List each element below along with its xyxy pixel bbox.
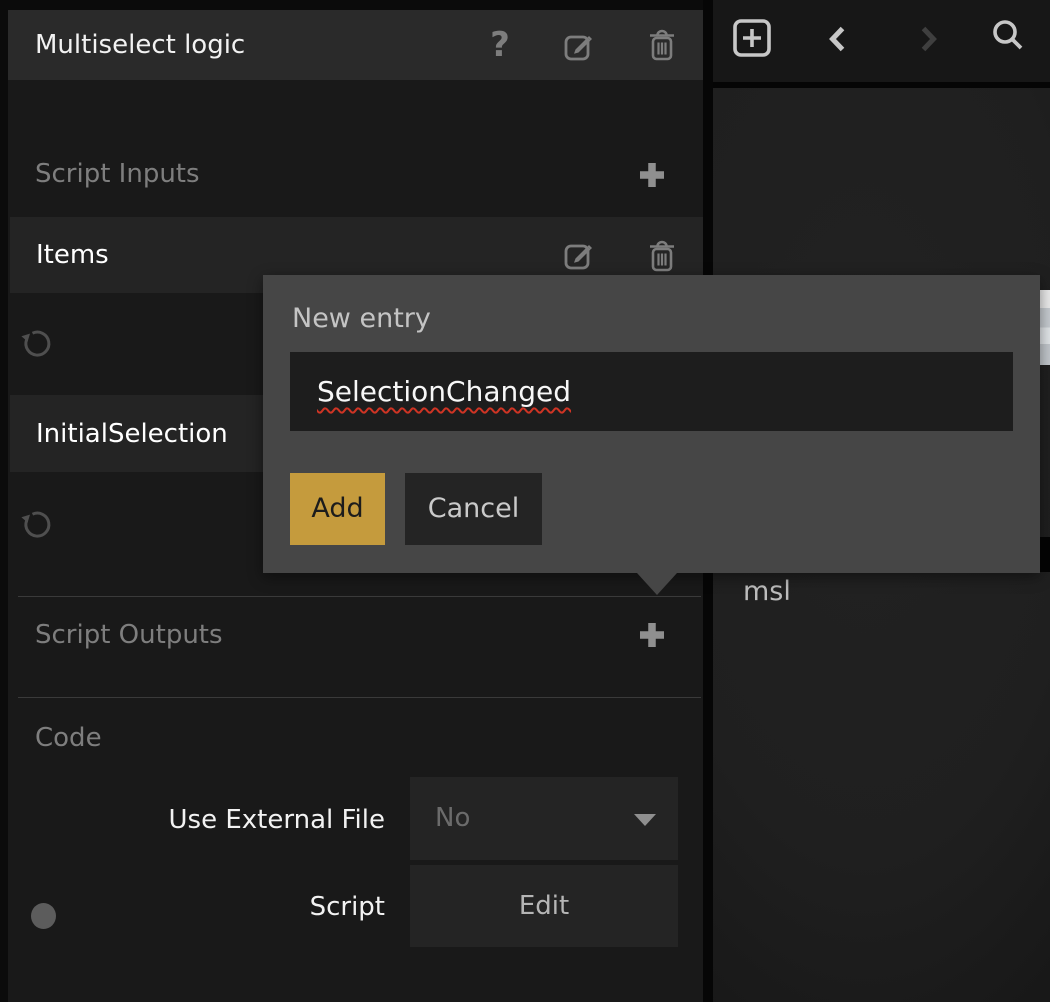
app-window: Multiselect logic ? Script Inputs <box>0 0 1050 1002</box>
script-edit-button[interactable]: Edit <box>410 865 678 947</box>
port-dot <box>31 903 56 929</box>
add-script-output-button[interactable] <box>638 621 666 649</box>
node-fragment <box>1040 537 1050 572</box>
help-icon[interactable]: ? <box>485 23 515 67</box>
add-script-input-button[interactable] <box>638 161 666 189</box>
chevron-right-icon[interactable] <box>914 25 942 53</box>
add-square-icon[interactable] <box>732 18 772 58</box>
section-divider <box>18 596 701 597</box>
section-script-inputs: Script Inputs <box>35 156 200 192</box>
edit-icon[interactable] <box>561 28 597 64</box>
reset-icon[interactable] <box>18 507 54 543</box>
popup-title: New entry <box>292 301 431 337</box>
edit-icon[interactable] <box>561 237 597 273</box>
use-external-file-dropdown[interactable]: No <box>410 777 678 860</box>
cancel-button[interactable]: Cancel <box>405 473 542 545</box>
reset-icon[interactable] <box>18 326 54 362</box>
trash-icon[interactable] <box>647 27 677 63</box>
section-code: Code <box>35 720 102 756</box>
section-divider <box>18 697 701 698</box>
component-title: Multiselect logic <box>35 10 245 80</box>
chevron-left-icon[interactable] <box>824 25 852 53</box>
script-input-name: InitialSelection <box>36 395 228 472</box>
entry-name-input[interactable]: SelectionChanged <box>290 352 1013 431</box>
control-preview-fragment <box>1040 290 1050 365</box>
popup-pointer <box>637 573 677 595</box>
add-button[interactable]: Add <box>290 473 385 545</box>
caret-down-icon <box>634 814 656 826</box>
dropdown-selected-value: No <box>435 777 470 860</box>
canvas-toolbar <box>713 0 1050 82</box>
new-entry-popup: New entry SelectionChanged Add Cancel <box>263 275 1040 573</box>
use-external-file-label: Use External File <box>68 803 385 837</box>
entry-name-value: SelectionChanged <box>317 352 571 431</box>
section-script-outputs: Script Outputs <box>35 617 223 653</box>
component-titlebar: Multiselect logic ? <box>8 10 703 80</box>
trash-icon[interactable] <box>647 238 677 274</box>
search-icon[interactable] <box>990 18 1030 58</box>
script-label: Script <box>68 890 385 924</box>
canvas-item-label[interactable]: msl <box>743 575 791 609</box>
script-input-name: Items <box>36 217 109 293</box>
